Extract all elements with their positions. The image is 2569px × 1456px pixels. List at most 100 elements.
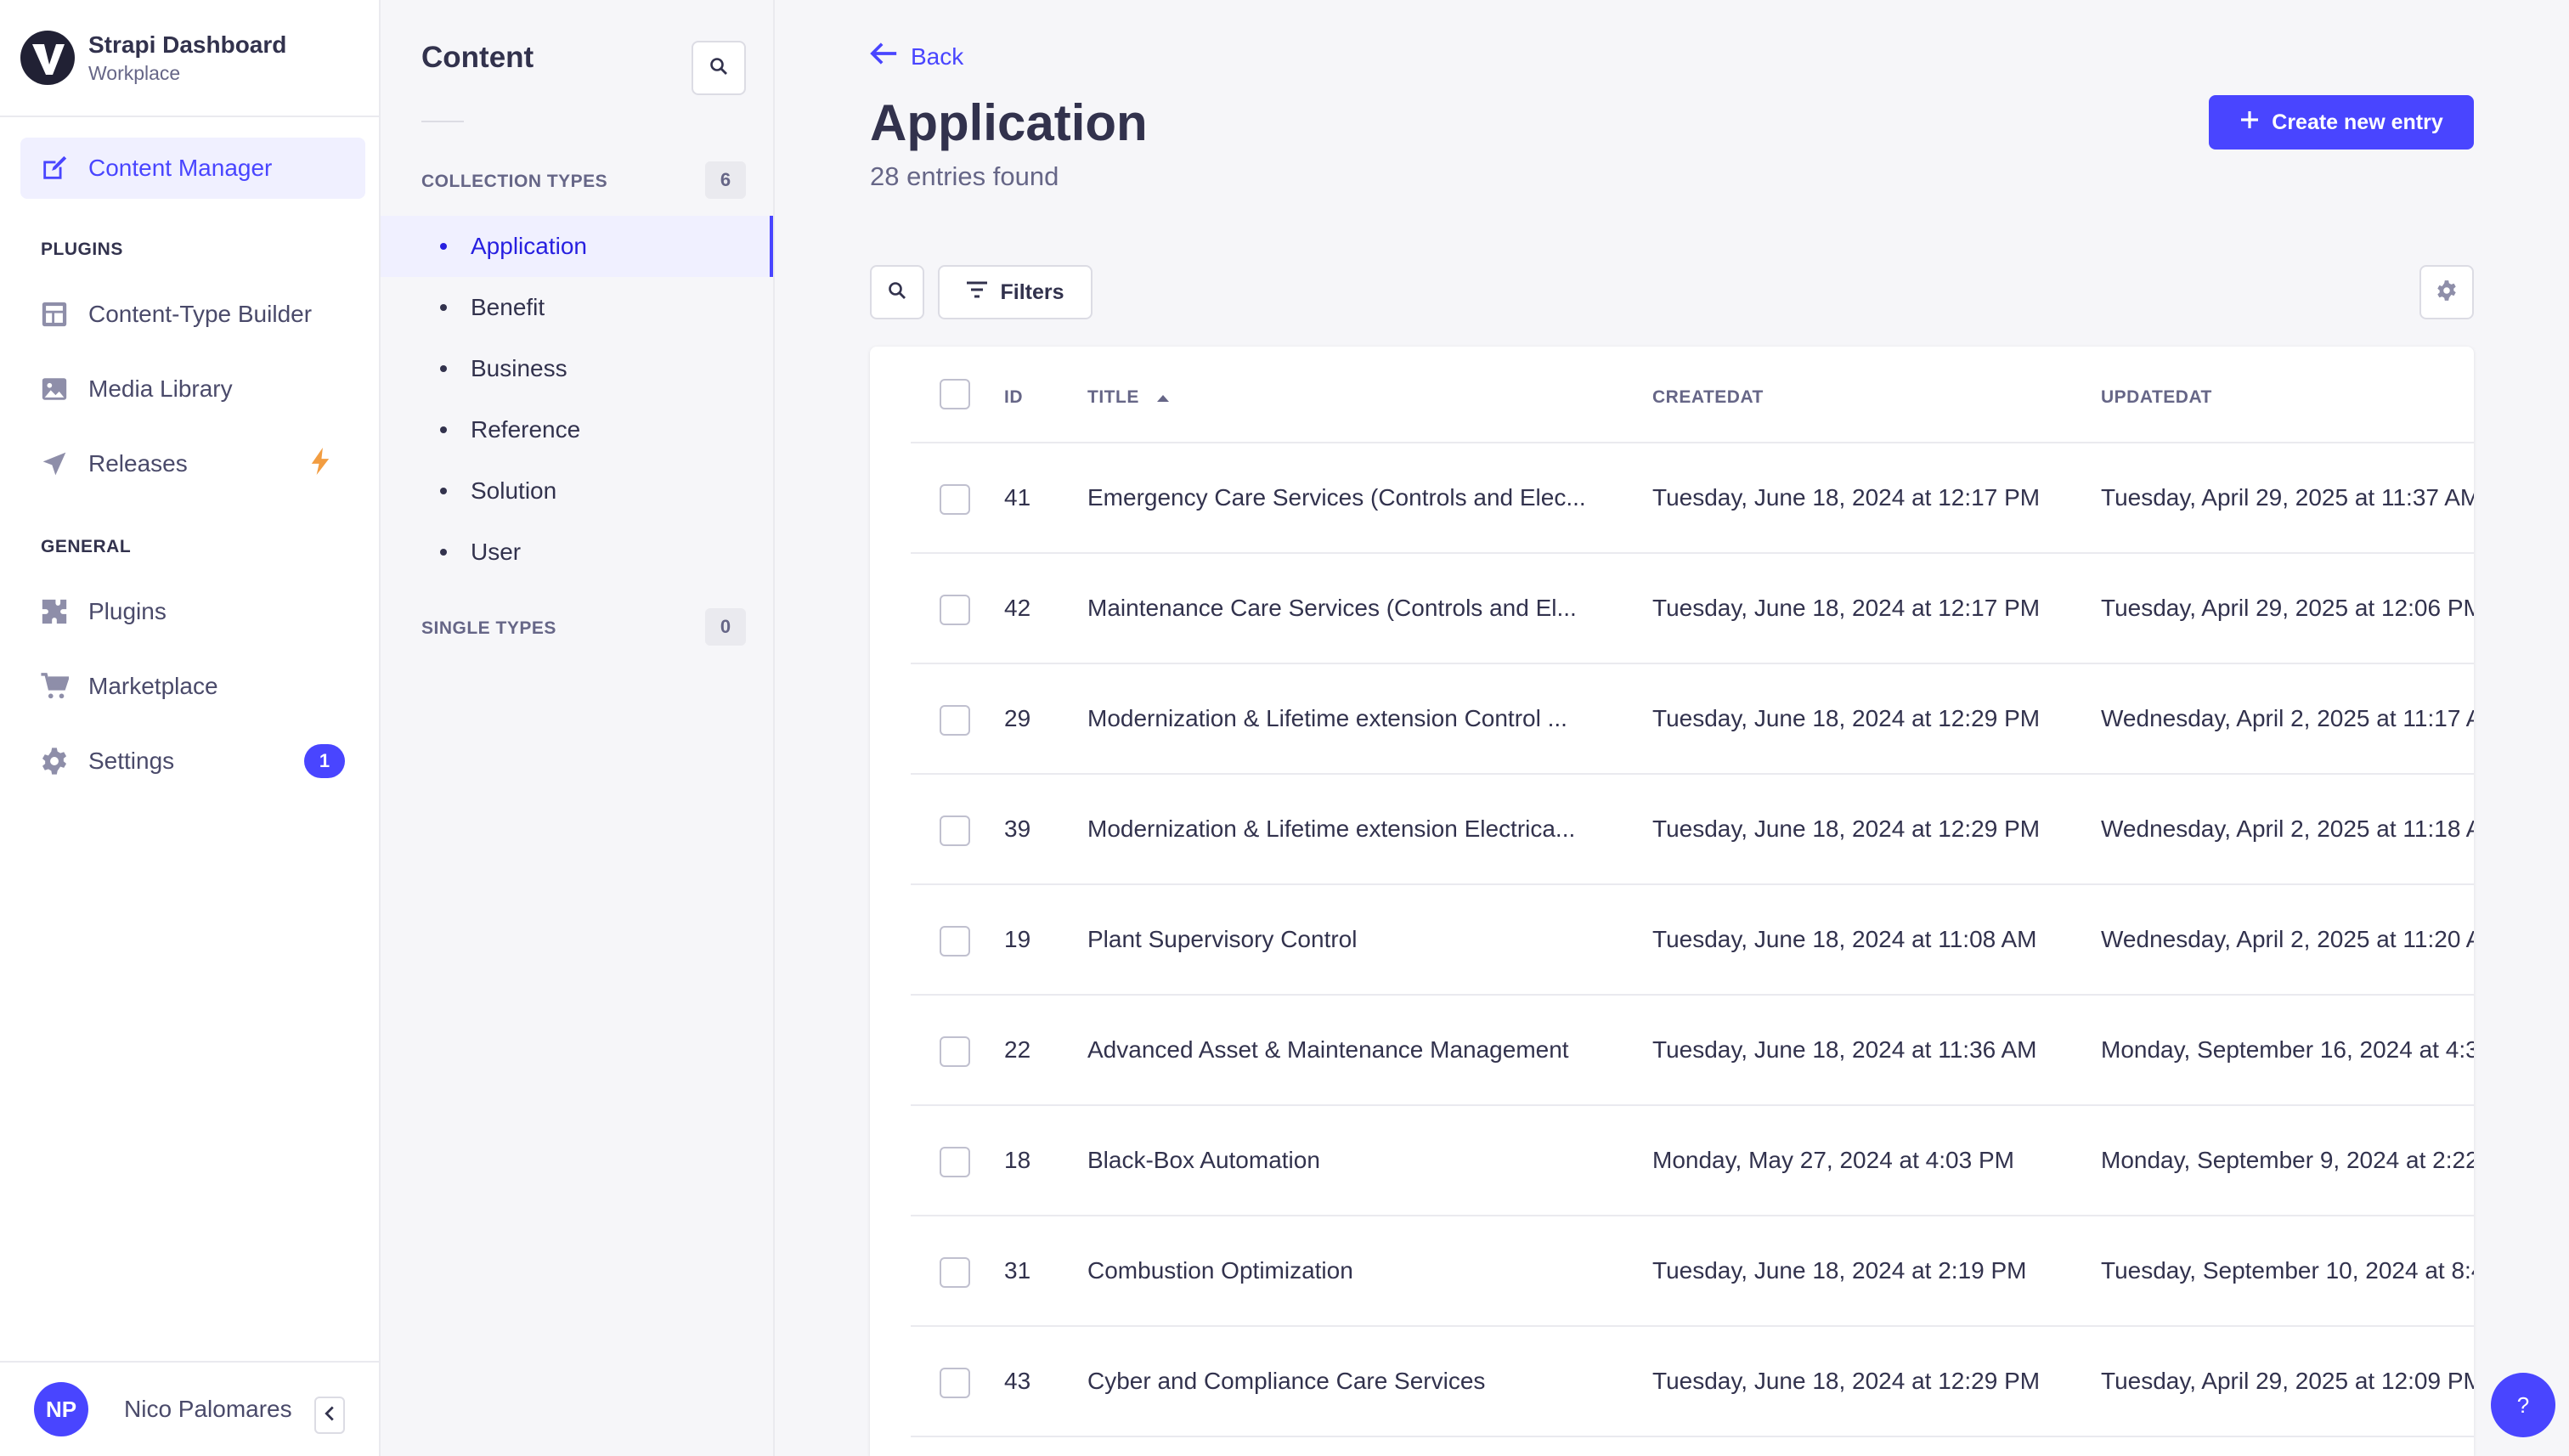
subnav-item-benefit[interactable]: Benefit bbox=[381, 277, 773, 338]
table-row[interactable]: 18 Black-Box Automation Monday, May 27, … bbox=[911, 1106, 2474, 1216]
cell-id: 22 bbox=[1004, 1036, 1031, 1063]
cell-id: 39 bbox=[1004, 815, 1031, 842]
nav-item-content-manager[interactable]: Content Manager bbox=[20, 138, 365, 199]
plugins-section-label: PLUGINS bbox=[41, 240, 123, 259]
table-row[interactable]: 31 Combustion Optimization Tuesday, June… bbox=[911, 1216, 2474, 1327]
table-row[interactable]: 39 Modernization & Lifetime extension El… bbox=[911, 775, 2474, 885]
cell-createdat: Monday, May 27, 2024 at 4:03 PM bbox=[1652, 1147, 2014, 1173]
subnav-item-label: Business bbox=[471, 355, 567, 381]
subnav-item-business[interactable]: Business bbox=[381, 338, 773, 399]
row-checkbox[interactable] bbox=[940, 926, 970, 957]
nav-item-plugins[interactable]: Plugins bbox=[20, 581, 365, 642]
cell-createdat: Tuesday, June 18, 2024 at 12:17 PM bbox=[1652, 484, 2041, 511]
cell-createdat: Tuesday, June 18, 2024 at 12:29 PM bbox=[1652, 815, 2041, 842]
user-footer: NP Nico Palomares bbox=[0, 1361, 379, 1456]
brand-title: Strapi Dashboard bbox=[88, 31, 287, 58]
main-nav: Strapi Dashboard Workplace Content Manag… bbox=[0, 0, 381, 1456]
bullet bbox=[440, 488, 447, 494]
select-all-checkbox[interactable] bbox=[940, 379, 970, 409]
back-link[interactable]: Back bbox=[870, 41, 963, 72]
column-header-updatedat[interactable]: UPDATEDAT bbox=[2101, 387, 2212, 408]
cell-id: 42 bbox=[1004, 595, 1031, 621]
media-library-icon bbox=[39, 374, 70, 404]
avatar[interactable]: NP bbox=[34, 1382, 88, 1436]
subnav-search-button[interactable] bbox=[692, 41, 746, 95]
gear-icon bbox=[2436, 279, 2458, 306]
column-header-id[interactable]: ID bbox=[1004, 387, 1023, 408]
plugins-icon bbox=[39, 596, 70, 627]
brand-header: Strapi Dashboard Workplace bbox=[0, 0, 379, 117]
marketplace-icon bbox=[39, 671, 70, 702]
filters-button[interactable]: Filters bbox=[938, 265, 1093, 319]
row-checkbox[interactable] bbox=[940, 1257, 970, 1288]
collection-types-count: 6 bbox=[705, 161, 746, 199]
page-title: Application bbox=[870, 94, 1148, 151]
bullet bbox=[440, 549, 447, 556]
nav-item-releases[interactable]: Releases bbox=[20, 433, 365, 494]
bullet bbox=[440, 365, 447, 372]
bullet bbox=[440, 426, 447, 433]
subnav-item-label: Application bbox=[471, 233, 587, 259]
cell-createdat: Tuesday, June 18, 2024 at 12:29 PM bbox=[1652, 1368, 2041, 1394]
user-name[interactable]: Nico Palomares bbox=[124, 1396, 292, 1423]
cell-updatedat: Monday, September 9, 2024 at 2:22 bbox=[2101, 1147, 2474, 1173]
cell-title: Modernization & Lifetime extension Elect… bbox=[1087, 815, 1576, 842]
row-checkbox[interactable] bbox=[940, 1368, 970, 1398]
search-icon bbox=[709, 56, 729, 81]
cell-id: 31 bbox=[1004, 1257, 1031, 1284]
cell-title: Modernization & Lifetime extension Contr… bbox=[1087, 705, 1567, 731]
nav-item-label: Content Manager bbox=[88, 155, 273, 181]
content-manager-icon bbox=[39, 153, 70, 183]
cell-id: 41 bbox=[1004, 484, 1031, 511]
row-checkbox[interactable] bbox=[940, 1147, 970, 1177]
cell-title: Advanced Asset & Maintenance Management bbox=[1087, 1036, 1569, 1063]
bullet bbox=[440, 304, 447, 311]
cell-createdat: Tuesday, June 18, 2024 at 12:17 PM bbox=[1652, 595, 2041, 621]
view-settings-button[interactable] bbox=[2419, 265, 2474, 319]
nav-item-marketplace[interactable]: Marketplace bbox=[20, 656, 365, 717]
table-row[interactable]: 41 Emergency Care Services (Controls and… bbox=[911, 443, 2474, 554]
subnav-item-user[interactable]: User bbox=[381, 522, 773, 583]
row-checkbox[interactable] bbox=[940, 595, 970, 625]
nav-item-settings[interactable]: Settings 1 bbox=[20, 731, 365, 792]
chevron-left-icon bbox=[324, 1405, 336, 1426]
column-header-title[interactable]: TITLE bbox=[1087, 387, 1170, 408]
table-row[interactable]: 19 Plant Supervisory Control Tuesday, Ju… bbox=[911, 885, 2474, 996]
create-new-entry-button[interactable]: Create new entry bbox=[2209, 95, 2474, 150]
subnav-item-label: User bbox=[471, 539, 522, 565]
general-section-label: GENERAL bbox=[41, 537, 132, 556]
releases-icon bbox=[39, 449, 70, 479]
row-checkbox[interactable] bbox=[940, 815, 970, 846]
nav-item-label: Content-Type Builder bbox=[88, 301, 313, 327]
cell-updatedat: Wednesday, April 2, 2025 at 11:17 A bbox=[2101, 705, 2474, 731]
help-button[interactable]: ? bbox=[2491, 1373, 2555, 1437]
row-checkbox[interactable] bbox=[940, 1036, 970, 1067]
row-checkbox[interactable] bbox=[940, 705, 970, 736]
subnav-item-solution[interactable]: Solution bbox=[381, 460, 773, 522]
table-row[interactable]: 43 Cyber and Compliance Care Services Tu… bbox=[911, 1327, 2474, 1437]
cell-id: 43 bbox=[1004, 1368, 1031, 1394]
filter-icon bbox=[966, 280, 1000, 305]
table-search-button[interactable] bbox=[870, 265, 924, 319]
column-header-label: TITLE bbox=[1087, 387, 1139, 407]
search-icon bbox=[887, 280, 907, 305]
subnav-item-label: Solution bbox=[471, 477, 557, 504]
table-row[interactable]: 22 Advanced Asset & Maintenance Manageme… bbox=[911, 996, 2474, 1106]
plus-icon bbox=[2239, 110, 2272, 136]
cell-createdat: Tuesday, June 18, 2024 at 11:36 AM bbox=[1652, 1036, 2037, 1063]
cell-title: Emergency Care Services (Controls and El… bbox=[1087, 484, 1586, 511]
content-type-builder-icon bbox=[39, 299, 70, 330]
subnav-item-reference[interactable]: Reference bbox=[381, 399, 773, 460]
table-row[interactable]: 42 Maintenance Care Services (Controls a… bbox=[911, 554, 2474, 664]
create-button-label: Create new entry bbox=[2272, 110, 2443, 134]
settings-notification-badge: 1 bbox=[304, 744, 345, 778]
subnav-item-application[interactable]: Application bbox=[381, 216, 773, 277]
column-header-createdat[interactable]: CREATEDAT bbox=[1652, 387, 1764, 408]
collapse-nav-button[interactable] bbox=[314, 1397, 345, 1434]
cell-title: Black-Box Automation bbox=[1087, 1147, 1320, 1173]
table-row[interactable]: 29 Modernization & Lifetime extension Co… bbox=[911, 664, 2474, 775]
subnav-title: Content bbox=[421, 41, 534, 74]
row-checkbox[interactable] bbox=[940, 484, 970, 515]
nav-item-media-library[interactable]: Media Library bbox=[20, 358, 365, 420]
nav-item-content-type-builder[interactable]: Content-Type Builder bbox=[20, 284, 365, 345]
